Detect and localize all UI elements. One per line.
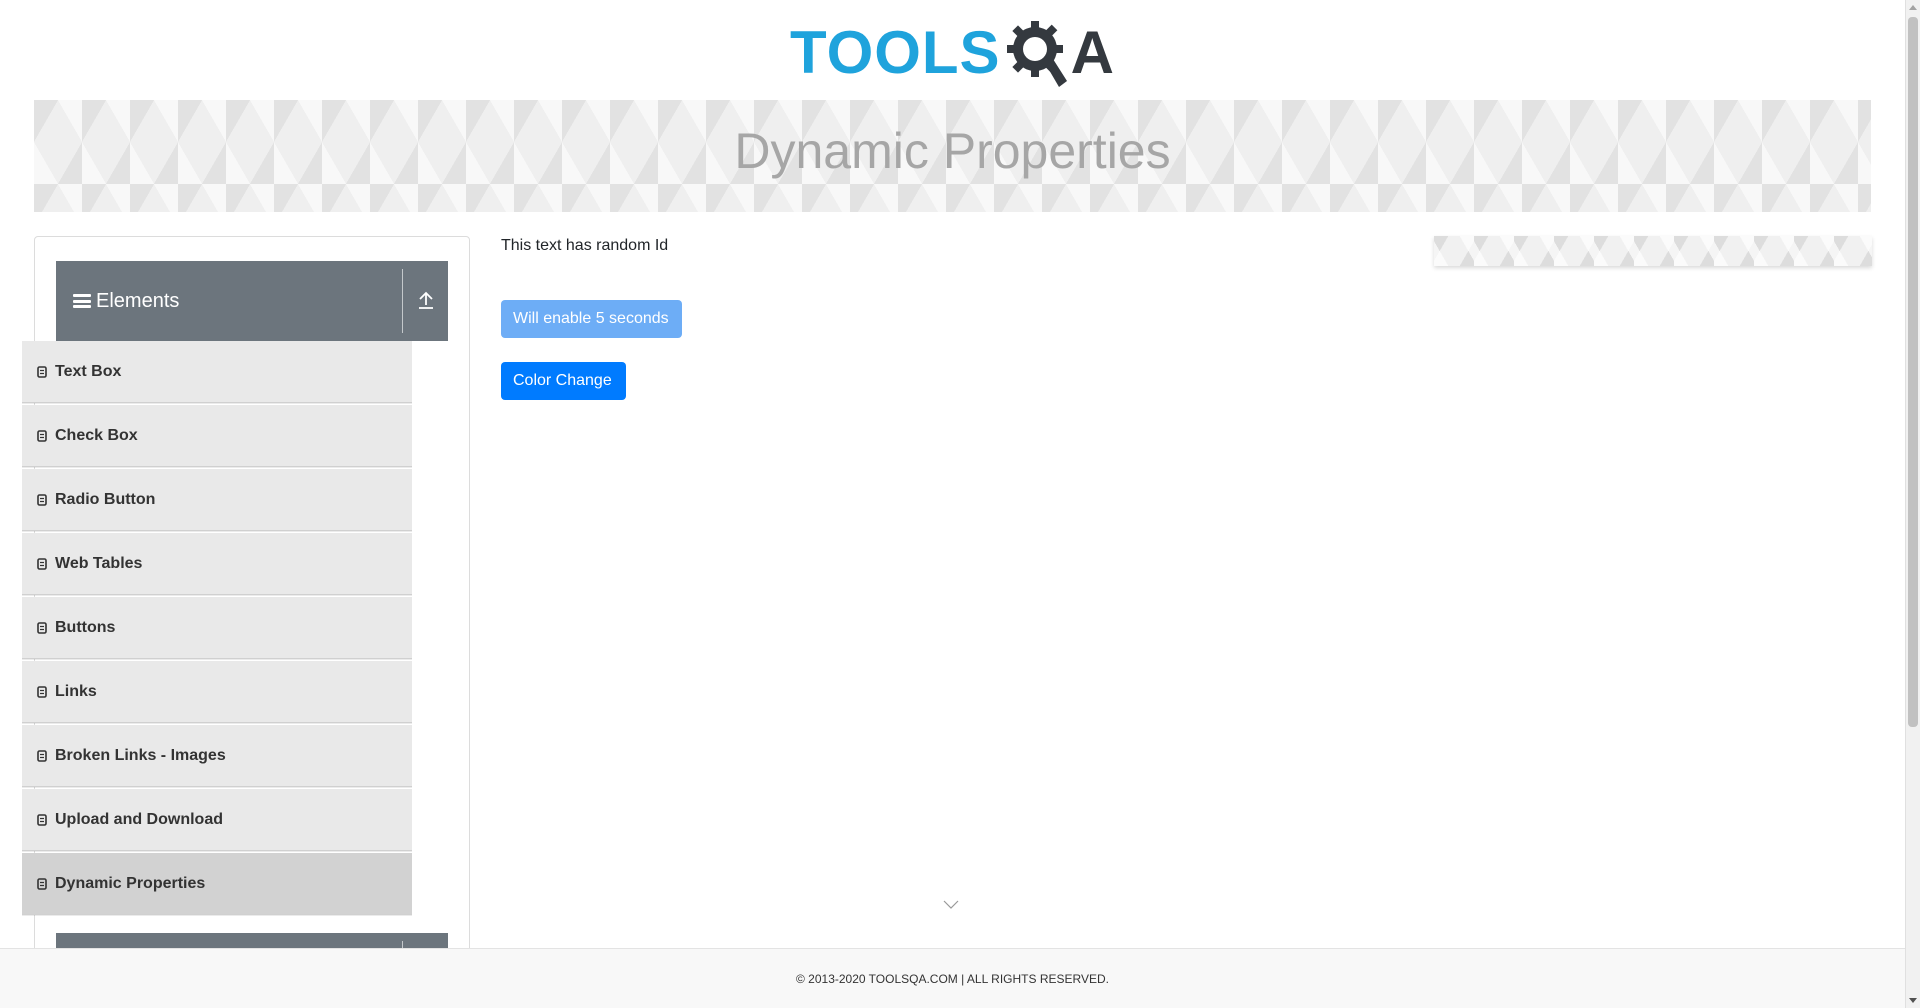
scroll-thumb[interactable] bbox=[1908, 17, 1918, 727]
logo-text-tools: TOOLS bbox=[790, 19, 1001, 86]
sidebar-item-label: Dynamic Properties bbox=[55, 874, 206, 892]
document-icon bbox=[37, 429, 47, 442]
color-change-button[interactable]: Color Change bbox=[501, 362, 626, 400]
collapse-upload-icon[interactable] bbox=[416, 289, 436, 311]
document-icon bbox=[37, 749, 47, 762]
sidebar-item-check-box[interactable]: Check Box bbox=[22, 405, 412, 467]
hamburger-icon bbox=[73, 294, 91, 308]
sidebar-item-label: Check Box bbox=[55, 426, 138, 444]
document-icon bbox=[37, 493, 47, 506]
enable-after-button[interactable]: Will enable 5 seconds bbox=[501, 300, 682, 338]
sidebar-item-label: Buttons bbox=[55, 618, 116, 636]
sidebar-item-label: Text Box bbox=[55, 362, 122, 380]
document-icon bbox=[37, 813, 47, 826]
sidebar-item-web-tables[interactable]: Web Tables bbox=[22, 533, 412, 595]
sidebar-item-upload-and-download[interactable]: Upload and Download bbox=[22, 789, 412, 851]
sidebar-menu: Text Box Check Box Radio Button Web Tables B… bbox=[22, 341, 412, 917]
sidebar-item-label: Links bbox=[55, 682, 97, 700]
ad-banner[interactable] bbox=[1434, 236, 1872, 266]
document-icon bbox=[37, 877, 47, 890]
sidebar-item-text-box[interactable]: Text Box bbox=[22, 341, 412, 403]
document-icon bbox=[37, 685, 47, 698]
scroll-up-arrow-icon[interactable] bbox=[1909, 5, 1917, 10]
page-banner: Dynamic Properties bbox=[34, 100, 1871, 212]
sidebar-item-broken-links-images[interactable]: Broken Links - Images bbox=[22, 725, 412, 787]
logo-text-a: A bbox=[1070, 19, 1114, 86]
group-divider bbox=[402, 269, 403, 333]
document-icon bbox=[37, 557, 47, 570]
sidebar-item-radio-button[interactable]: Radio Button bbox=[22, 469, 412, 531]
sidebar-item-label: Web Tables bbox=[55, 554, 143, 572]
sidebar-item-label: Radio Button bbox=[55, 490, 156, 508]
sidebar-item-dynamic-properties[interactable]: Dynamic Properties bbox=[22, 853, 412, 915]
document-icon bbox=[37, 365, 47, 378]
scroll-down-arrow-icon[interactable] bbox=[1909, 998, 1917, 1003]
sidebar-item-links[interactable]: Links bbox=[22, 661, 412, 723]
footer: © 2013-2020 TOOLSQA.COM | ALL RIGHTS RES… bbox=[0, 948, 1905, 1008]
page: TOOLS A Dynamic Properties Elements Text… bbox=[0, 0, 1905, 1008]
page-scrollbar[interactable] bbox=[1905, 0, 1920, 1008]
chevron-down-icon bbox=[943, 900, 959, 909]
sidebar-group-elements[interactable]: Elements bbox=[56, 261, 448, 341]
document-icon bbox=[37, 621, 47, 634]
footer-copyright: © 2013-2020 TOOLSQA.COM | ALL RIGHTS RES… bbox=[796, 972, 1109, 986]
sidebar-item-label: Broken Links - Images bbox=[55, 746, 226, 764]
page-title: Dynamic Properties bbox=[734, 123, 1171, 179]
random-id-text: This text has random Id bbox=[501, 237, 669, 254]
gear-magnifier-icon bbox=[1006, 21, 1067, 87]
sidebar-item-buttons[interactable]: Buttons bbox=[22, 597, 412, 659]
sidebar-group-title: Elements bbox=[96, 289, 180, 312]
toolsqa-logo[interactable]: TOOLS A bbox=[790, 14, 1120, 92]
sidebar-item-label: Upload and Download bbox=[55, 810, 223, 828]
